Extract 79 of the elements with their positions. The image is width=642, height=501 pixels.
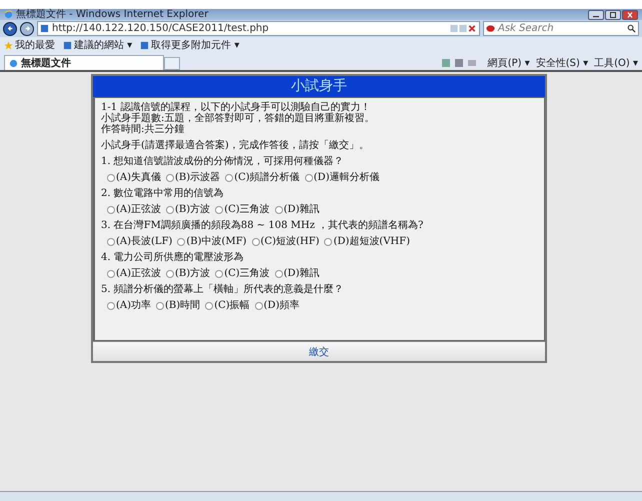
maximize-icon bbox=[608, 12, 618, 18]
option-label: (B)中波(MF) bbox=[186, 236, 247, 247]
option-label: (C)振幅 bbox=[214, 300, 250, 311]
radio-button[interactable] bbox=[107, 238, 115, 246]
option-label: (A)正弦波 bbox=[116, 268, 162, 279]
radio-button[interactable] bbox=[324, 238, 332, 246]
radio-button[interactable] bbox=[215, 206, 224, 214]
radio-button[interactable] bbox=[254, 302, 263, 310]
option-label: (A)正弦波 bbox=[116, 204, 162, 215]
option-label: (A)長波(LF) bbox=[116, 236, 172, 247]
favorites-link[interactable]: 取得更多附加元件 ▾ bbox=[140, 38, 240, 52]
radio-button[interactable] bbox=[304, 174, 313, 182]
option-label: (B)示波器 bbox=[175, 172, 220, 183]
favorites-link[interactable]: 我的最愛 bbox=[4, 38, 55, 52]
close-button[interactable] bbox=[622, 10, 638, 20]
new-tab-button[interactable] bbox=[164, 57, 180, 70]
command-menu[interactable]: 網頁(P) ▾ bbox=[488, 56, 530, 70]
radio-button[interactable] bbox=[274, 206, 283, 214]
option-label: (D)頻率 bbox=[264, 300, 300, 311]
window-title: 無標題文件 - Windows Internet Explorer bbox=[16, 9, 210, 20]
search-field[interactable]: Ask Search bbox=[483, 21, 639, 36]
radio-button[interactable] bbox=[107, 302, 115, 310]
radio-button[interactable] bbox=[156, 302, 164, 310]
minimize-button[interactable] bbox=[588, 10, 604, 20]
star-icon bbox=[4, 40, 13, 50]
question-text: 4. 電力公司所供應的電壓波形為 bbox=[101, 252, 245, 263]
instruction-text: 小試身手(請選擇最適合答案)，完成作答後，請按「繳交」。 bbox=[101, 140, 370, 151]
question-text: 2. 數位電路中常用的信號為 bbox=[101, 188, 225, 199]
favorites-link[interactable]: 建議的網站 ▾ bbox=[63, 38, 132, 52]
command-menu[interactable]: 工具(O) ▾ bbox=[594, 56, 638, 70]
question-text: 1. 想知道信號諧波成份的分佈情況，可採用何種儀器？ bbox=[101, 156, 345, 167]
radio-button[interactable] bbox=[107, 174, 115, 182]
search-logo-icon bbox=[486, 24, 495, 33]
option-label: (D)邏輯分析儀 bbox=[314, 172, 380, 183]
close-icon bbox=[625, 12, 635, 18]
submit-button[interactable]: 繳交 bbox=[306, 344, 332, 360]
radio-button[interactable] bbox=[166, 206, 174, 214]
option-label: (B)方波 bbox=[175, 268, 210, 279]
forward-arrow-icon bbox=[22, 24, 32, 33]
radio-button[interactable] bbox=[107, 206, 115, 214]
intro-text: 作答時間:共三分鐘 bbox=[101, 124, 186, 135]
address-field[interactable]: http://140.122.120.150/CASE2011/test.php bbox=[37, 21, 480, 36]
back-button[interactable] bbox=[3, 22, 17, 36]
forward-button[interactable] bbox=[20, 22, 34, 36]
radio-button[interactable] bbox=[177, 238, 186, 246]
maximize-button[interactable] bbox=[605, 10, 621, 20]
option-label: (B)時間 bbox=[165, 300, 200, 311]
radio-button[interactable] bbox=[166, 270, 174, 278]
radio-button[interactable] bbox=[274, 270, 283, 278]
quiz-title: 小試身手 bbox=[93, 76, 545, 97]
radio-button[interactable] bbox=[252, 238, 260, 246]
radio-button[interactable] bbox=[205, 302, 214, 310]
page-icon bbox=[63, 40, 72, 50]
option-label: (D)超短波(VHF) bbox=[333, 236, 410, 247]
browser-logo-icon bbox=[9, 58, 18, 68]
browser-tab[interactable]: 無標題文件 bbox=[4, 55, 164, 70]
option-label: (C)短波(HF) bbox=[260, 236, 320, 247]
option-label: (A)功率 bbox=[116, 300, 152, 311]
option-label: (D)雜訊 bbox=[284, 204, 320, 215]
option-label: (C)三角波 bbox=[224, 204, 270, 215]
option-label: (C)三角波 bbox=[224, 268, 270, 279]
option-label: (B)方波 bbox=[175, 204, 210, 215]
search-icon bbox=[627, 24, 636, 33]
command-menu[interactable]: 安全性(S) ▾ bbox=[536, 56, 588, 70]
question-text: 5. 頻譜分析儀的螢幕上「橫軸」所代表的意義是什麼？ bbox=[101, 284, 345, 295]
page-icon bbox=[40, 24, 49, 33]
radio-button[interactable] bbox=[225, 174, 234, 182]
radio-button[interactable] bbox=[166, 174, 174, 182]
radio-button[interactable] bbox=[107, 270, 115, 278]
option-label: (D)雜訊 bbox=[284, 268, 320, 279]
radio-button[interactable] bbox=[215, 270, 224, 278]
intro-text: 1-1 認識信號的課程，以下的小試身手可以測驗自己的實力！ bbox=[101, 102, 372, 113]
back-arrow-icon bbox=[6, 24, 14, 33]
browser-logo-icon bbox=[4, 10, 13, 19]
option-label: (A)失真儀 bbox=[116, 172, 162, 183]
option-label: (C)頻譜分析儀 bbox=[234, 172, 300, 183]
question-text: 3. 在台灣FM調頻廣播的頻段為88 ~ 108 MHz ，其代表的頻譜名稱為? bbox=[101, 220, 424, 231]
page-icon bbox=[140, 40, 150, 50]
intro-text: 小試身手題數:五題，全部答對即可，答錯的題目將重新複習。 bbox=[101, 113, 376, 124]
